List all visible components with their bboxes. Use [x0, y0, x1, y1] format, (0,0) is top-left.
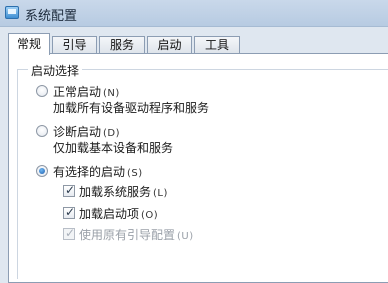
system-config-icon [5, 6, 19, 19]
use-original-boot-config-label: 使用原有引导配置 (U) [79, 228, 194, 242]
tab-tools[interactable]: 工具 [194, 36, 240, 54]
normal-startup-description: 加载所有设备驱动程序和服务 [53, 101, 210, 115]
diagnostic-startup-radio[interactable] [36, 125, 48, 137]
tab-services[interactable]: 服务 [99, 36, 145, 54]
tab-boot[interactable]: 引导 [52, 36, 97, 54]
checkmark-icon: ✓ [65, 183, 76, 197]
selective-startup-radio[interactable] [36, 165, 48, 177]
use-original-boot-config-checkbox[interactable]: ✓ [63, 226, 76, 240]
load-system-services-checkbox[interactable]: ✓ [63, 183, 76, 197]
diagnostic-startup-description: 仅加载基本设备和服务 [53, 141, 174, 155]
tab-general[interactable]: 常规 [8, 33, 50, 55]
selective-startup-label[interactable]: 有选择的启动 (S) [53, 163, 143, 180]
diagnostic-startup-label[interactable]: 诊断启动 (D) [53, 123, 120, 140]
checkmark-icon: ✓ [65, 205, 76, 219]
load-startup-items-label[interactable]: 加载启动项 (O) [79, 205, 158, 222]
load-system-services-label[interactable]: 加载系统服务 (L) [79, 183, 168, 200]
startup-selection-title: 启动选择 [28, 62, 83, 79]
tab-startup[interactable]: 启动 [147, 36, 192, 54]
normal-startup-radio[interactable] [36, 85, 48, 97]
window-title: 系统配置 [25, 9, 78, 24]
load-startup-items-checkbox[interactable]: ✓ [63, 205, 76, 219]
title-bar: 系统配置 [0, 0, 388, 27]
checkmark-icon: ✓ [65, 226, 76, 240]
normal-startup-label[interactable]: 正常启动 (N) [53, 83, 120, 100]
tab-strip: 常规 引导 服务 启动 工具 [8, 33, 388, 55]
